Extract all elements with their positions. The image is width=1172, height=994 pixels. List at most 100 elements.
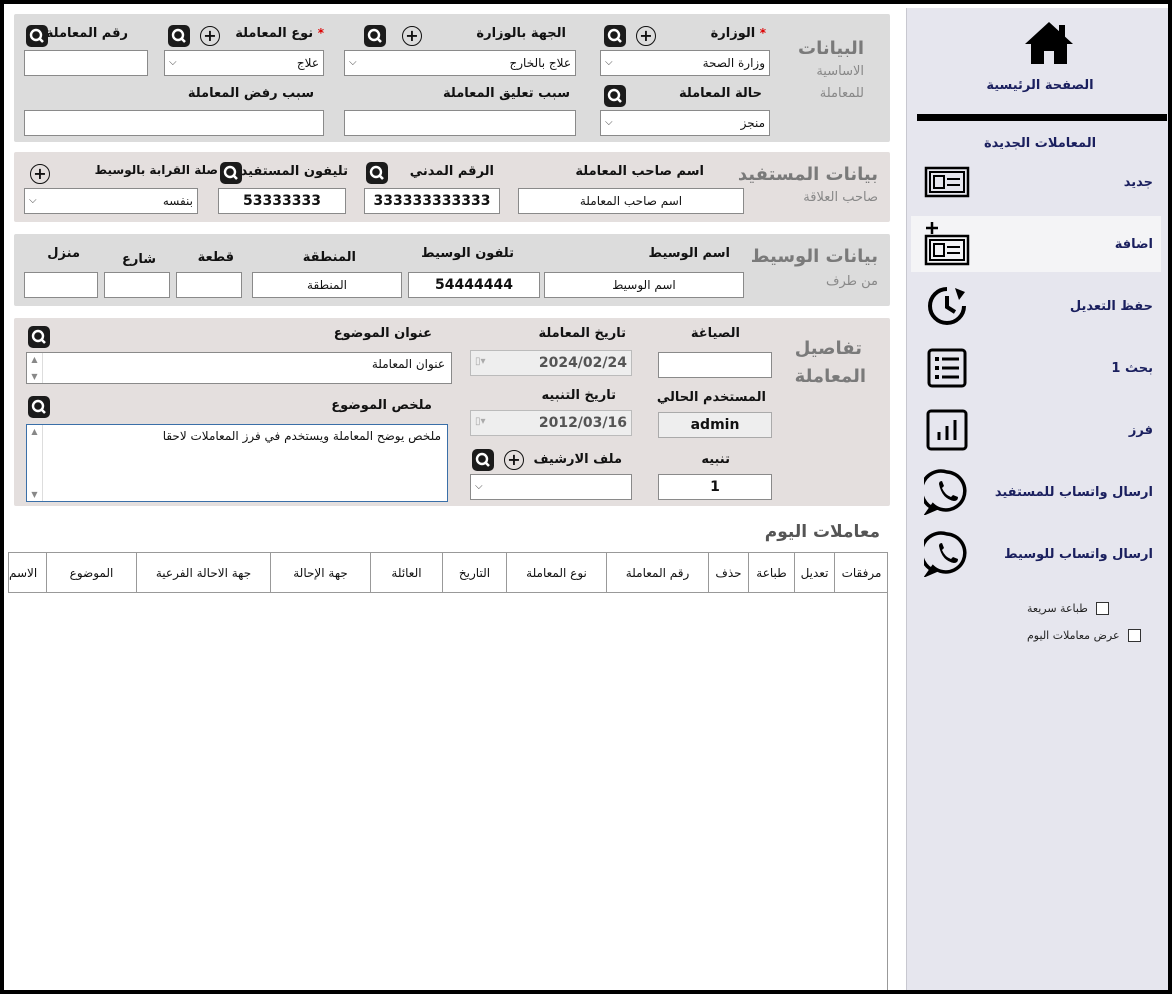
search-status-icon[interactable] bbox=[604, 85, 626, 107]
col-print[interactable]: طباعة bbox=[748, 553, 794, 593]
search-civil-id-icon[interactable] bbox=[366, 162, 388, 184]
alert-input[interactable]: 1 bbox=[658, 474, 772, 500]
subject-textbox[interactable]: عنوان المعاملة ▲ ▼ bbox=[26, 352, 452, 384]
home-label[interactable]: الصفحة الرئيسية bbox=[907, 78, 1168, 93]
beneficiary-subtitle: صاحب العلاقة bbox=[803, 190, 878, 205]
calendar-icon: ▾▯ bbox=[475, 416, 486, 427]
number-label: رقم المعاملة bbox=[45, 26, 128, 41]
search-summary-icon[interactable] bbox=[28, 396, 50, 418]
add-card-icon bbox=[921, 220, 973, 268]
relation-select[interactable]: بنفسه ⌵ bbox=[24, 188, 198, 214]
agent-panel: بيانات الوسيط من طرف اسم الوسيط اسم الوس… bbox=[14, 234, 890, 306]
sidebar-item-sort[interactable]: فرز bbox=[911, 402, 1161, 458]
agent-name-input[interactable]: اسم الوسيط bbox=[544, 272, 744, 298]
history-icon bbox=[921, 282, 973, 330]
search-phone-icon[interactable] bbox=[220, 162, 242, 184]
alert-label: تنبيه bbox=[701, 452, 730, 467]
relation-label: صلة القرابة بالوسيط bbox=[94, 163, 218, 177]
add-relation-plus-icon[interactable]: + bbox=[30, 164, 50, 184]
ministry-label: * الوزارة bbox=[710, 26, 766, 41]
col-subject[interactable]: الموضوع bbox=[46, 553, 136, 593]
transaction-date-picker[interactable]: 2024/02/24 ▾▯ bbox=[470, 350, 632, 376]
list-icon bbox=[921, 344, 973, 392]
sidebar-item-new[interactable]: جديد bbox=[911, 154, 1161, 210]
form-label: الصياغة bbox=[690, 326, 740, 341]
col-number[interactable]: رقم المعاملة bbox=[606, 553, 708, 593]
summary-scrollbar[interactable]: ▲ ▼ bbox=[27, 425, 43, 501]
sidebar-item-save-edit[interactable]: حفظ التعديل bbox=[911, 278, 1161, 334]
number-input[interactable] bbox=[24, 50, 148, 76]
current-user-label: المستخدم الحالي bbox=[656, 390, 766, 405]
civil-id-input[interactable]: 333333333333 bbox=[364, 188, 500, 214]
status-label: حالة المعاملة bbox=[678, 86, 762, 101]
status-select[interactable]: منجز ⌵ bbox=[600, 110, 770, 136]
bar-chart-icon bbox=[921, 406, 973, 454]
form-input[interactable] bbox=[658, 352, 772, 378]
street-label: شارع bbox=[121, 252, 156, 267]
house-input[interactable] bbox=[24, 272, 98, 298]
sidebar-item-whatsapp-agent[interactable]: ارسال واتساب للوسيط bbox=[911, 526, 1161, 582]
col-edit[interactable]: تعديل bbox=[794, 553, 834, 593]
basic-subtitle-2: للمعاملة bbox=[819, 86, 864, 101]
search-archive-icon[interactable] bbox=[472, 449, 494, 471]
chevron-down-icon: ⌵ bbox=[605, 117, 613, 128]
col-name[interactable]: الاسم bbox=[8, 553, 46, 593]
search-number-icon[interactable] bbox=[26, 25, 48, 47]
beneficiary-phone-input[interactable]: 53333333 bbox=[218, 188, 346, 214]
agent-phone-label: تلفون الوسيط bbox=[421, 246, 514, 261]
col-referral[interactable]: جهة الإحالة bbox=[270, 553, 370, 593]
add-archive-plus-icon[interactable]: + bbox=[504, 450, 524, 470]
col-delete[interactable]: حذف bbox=[708, 553, 748, 593]
add-dept-plus-icon[interactable]: + bbox=[402, 26, 422, 46]
chevron-down-icon: ⌵ bbox=[605, 57, 613, 68]
agent-phone-input[interactable]: 54444444 bbox=[408, 272, 540, 298]
summary-label: ملخص الموضوع bbox=[331, 398, 432, 413]
col-family[interactable]: العائلة bbox=[370, 553, 442, 593]
id-card-icon bbox=[921, 158, 973, 206]
beneficiary-phone-label: تليفون المستفيد bbox=[240, 164, 348, 179]
beneficiary-panel: بيانات المستفيد صاحب العلاقة اسم صاحب ال… bbox=[14, 152, 890, 222]
quick-print-option[interactable]: طباعة سريعة bbox=[1027, 602, 1109, 615]
sidebar-divider bbox=[917, 114, 1167, 121]
add-type-plus-icon[interactable]: + bbox=[200, 26, 220, 46]
owner-name-input[interactable]: اسم صاحب المعاملة bbox=[518, 188, 744, 214]
archive-select[interactable]: ⌵ bbox=[470, 474, 632, 500]
sidebar-item-search[interactable]: بحث 1 bbox=[911, 340, 1161, 396]
col-type[interactable]: نوع المعاملة bbox=[506, 553, 606, 593]
agent-name-label: اسم الوسيط bbox=[648, 246, 730, 261]
type-select[interactable]: علاج ⌵ bbox=[164, 50, 324, 76]
sidebar-item-add-label: اضافة bbox=[1114, 236, 1153, 252]
show-today-option[interactable]: عرض معاملات اليوم bbox=[1027, 629, 1141, 642]
summary-textbox[interactable]: ملخص يوضح المعاملة ويستخدم في فرز المعام… bbox=[26, 424, 448, 502]
search-dept-icon[interactable] bbox=[364, 25, 386, 47]
area-input[interactable]: المنطقة bbox=[252, 272, 402, 298]
add-ministry-plus-icon[interactable]: + bbox=[636, 26, 656, 46]
house-label: منزل bbox=[47, 246, 80, 261]
sidebar-item-add[interactable]: اضافة bbox=[911, 216, 1161, 272]
show-today-checkbox[interactable] bbox=[1127, 629, 1141, 642]
home-icon[interactable] bbox=[1023, 20, 1075, 66]
area-label: المنطقة bbox=[302, 250, 356, 265]
subject-scrollbar[interactable]: ▲ ▼ bbox=[27, 353, 43, 383]
col-attachments[interactable]: مرفقات bbox=[834, 553, 888, 593]
alert-date-picker[interactable]: 2012/03/16 ▾▯ bbox=[470, 410, 632, 436]
search-type-icon[interactable] bbox=[168, 25, 190, 47]
today-transactions-grid[interactable]: مرفقات تعديل طباعة حذف رقم المعاملة نوع … bbox=[8, 552, 888, 990]
col-date[interactable]: التاريخ bbox=[442, 553, 506, 593]
quick-print-checkbox[interactable] bbox=[1095, 602, 1109, 615]
subject-label: عنوان الموضوع bbox=[333, 326, 432, 341]
ministry-select[interactable]: وزارة الصحة ⌵ bbox=[600, 50, 770, 76]
block-input[interactable] bbox=[176, 272, 242, 298]
street-input[interactable] bbox=[104, 272, 170, 298]
dept-select[interactable]: علاج بالخارج ⌵ bbox=[344, 50, 576, 76]
details-panel: تفاصيل المعاملة الصياغة المستخدم الحالي … bbox=[14, 318, 890, 506]
col-sub-referral[interactable]: جهة الاحالة الفرعية bbox=[136, 553, 270, 593]
reject-reason-input[interactable] bbox=[24, 110, 324, 136]
search-ministry-icon[interactable] bbox=[604, 25, 626, 47]
chevron-down-icon: ⌵ bbox=[349, 57, 357, 68]
search-subject-icon[interactable] bbox=[28, 326, 50, 348]
suspend-reason-input[interactable] bbox=[344, 110, 576, 136]
sidebar-item-whatsapp-beneficiary[interactable]: ارسال واتساب للمستفيد bbox=[911, 464, 1161, 520]
summary-text: ملخص يوضح المعاملة ويستخدم في فرز المعام… bbox=[162, 429, 441, 443]
chevron-down-icon: ⌵ bbox=[169, 57, 177, 68]
